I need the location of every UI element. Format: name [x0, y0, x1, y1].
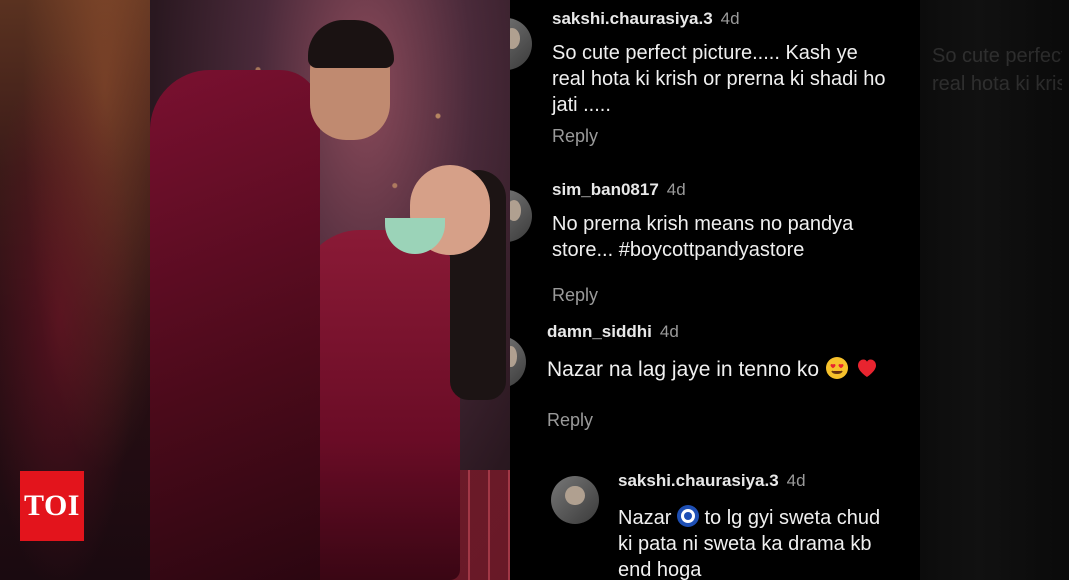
reply-button[interactable]: Reply: [552, 285, 598, 306]
username-text[interactable]: sim_ban0817: [552, 180, 659, 199]
blurred-ghost-text: real hota ki krish: [932, 73, 1062, 95]
man-figure: [150, 70, 320, 580]
comment-line: ki pata ni sweta ka drama kb: [618, 533, 872, 555]
comment-line: No prerna krish means no pandya: [552, 213, 854, 235]
comment-time: 4d: [666, 180, 686, 199]
comment-line: store... #boycottpandyastore: [552, 239, 805, 261]
reply-button[interactable]: Reply: [552, 126, 598, 147]
comment-text: Nazar na lag jaye in tenno ko: [547, 356, 879, 383]
username-text[interactable]: sakshi.chaurasiya.3: [618, 471, 779, 490]
reply-button[interactable]: Reply: [547, 410, 593, 431]
comments-panel[interactable]: sakshi.chaurasiya.3 4d So cute perfect pi…: [510, 0, 920, 580]
heart-eyes-emoji-icon: [825, 357, 848, 379]
username-text[interactable]: damn_siddhi: [547, 322, 652, 341]
comment-line: end hoga: [618, 559, 702, 580]
comment-text: Nazar to lg gyi sweta chud ki pata ni sw…: [618, 505, 880, 580]
red-heart-emoji-icon: [857, 359, 876, 377]
comment-text: So cute perfect picture..... Kash ye rea…: [552, 40, 886, 118]
username-text[interactable]: sakshi.chaurasiya.3: [552, 9, 713, 28]
comment-username[interactable]: sakshi.chaurasiya.3 4d: [618, 471, 806, 491]
avatar[interactable]: [551, 476, 599, 524]
comment-text: No prerna krish means no pandya store...…: [552, 211, 853, 263]
comment-time: 4d: [786, 471, 806, 490]
comment-username[interactable]: damn_siddhi 4d: [547, 322, 679, 342]
comment-line: to lg gyi sweta chud: [704, 507, 881, 529]
comment-time: 4d: [720, 9, 740, 28]
blurred-ghost-text: So cute perfect: [932, 45, 1062, 67]
avatar[interactable]: [510, 336, 526, 388]
couple-photo: [150, 0, 510, 580]
toi-logo: TOI: [20, 471, 84, 541]
comment-line: jati .....: [552, 94, 611, 116]
comment-time: 4d: [659, 322, 679, 341]
woman-dress: [300, 230, 460, 580]
comment-line: Nazar: [618, 507, 672, 529]
avatar[interactable]: [510, 18, 532, 70]
comment-username[interactable]: sim_ban0817 4d: [552, 180, 686, 200]
comment-line: So cute perfect picture..... Kash ye: [552, 42, 858, 64]
comment-line: real hota ki krish or prerna ki shadi ho: [552, 68, 886, 90]
avatar[interactable]: [510, 190, 532, 242]
comment-line: Nazar na lag jaye in tenno ko: [547, 358, 820, 381]
nazar-amulet-emoji-icon: [676, 505, 699, 527]
comment-username[interactable]: sakshi.chaurasiya.3 4d: [552, 9, 740, 29]
